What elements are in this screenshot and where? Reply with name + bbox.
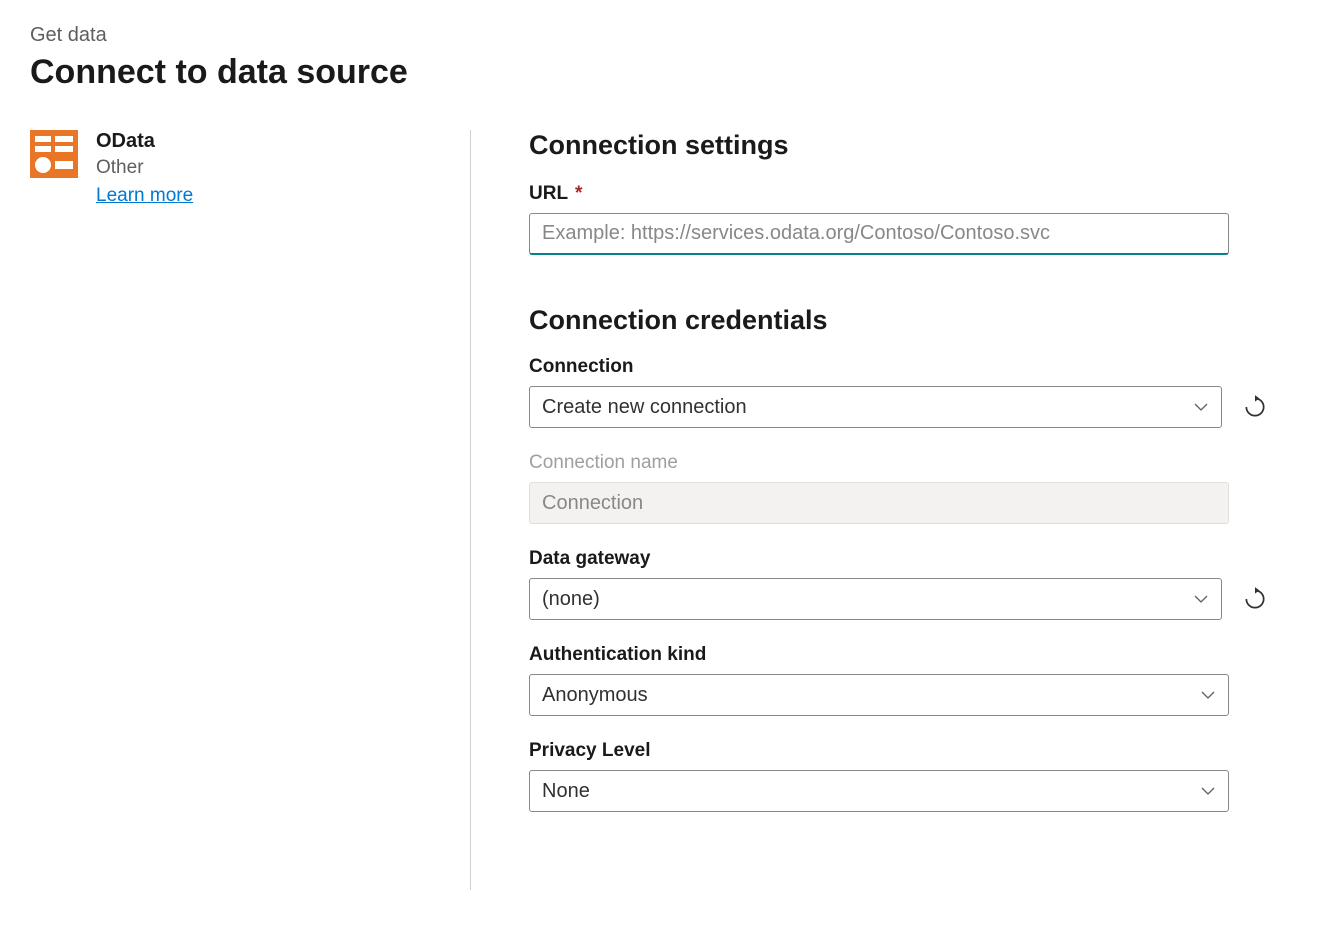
learn-more-link[interactable]: Learn more (96, 185, 193, 206)
connection-field-group: Connection Create new connection (529, 356, 1270, 428)
connection-refresh-button[interactable] (1240, 392, 1270, 422)
data-gateway-field-group: Data gateway (none) (529, 548, 1270, 620)
refresh-icon (1242, 586, 1268, 612)
url-label: URL * (529, 183, 1270, 205)
connection-settings-heading: Connection settings (529, 130, 1270, 161)
page-title: Connect to data source (30, 53, 1306, 92)
data-gateway-select[interactable]: (none) (529, 578, 1222, 620)
url-input[interactable] (529, 213, 1229, 255)
connector-panel: OData Other Learn more (30, 130, 470, 890)
privacy-level-label: Privacy Level (529, 740, 1270, 762)
connection-select[interactable]: Create new connection (529, 386, 1222, 428)
connector-name: OData (96, 130, 193, 153)
refresh-icon (1242, 394, 1268, 420)
connection-label: Connection (529, 356, 1270, 378)
auth-kind-select-value: Anonymous (542, 684, 648, 707)
connector-category: Other (96, 157, 193, 179)
required-asterisk: * (575, 183, 582, 204)
odata-connector-icon (30, 130, 78, 178)
connection-name-input (529, 482, 1229, 524)
chevron-down-icon (1200, 783, 1216, 799)
connection-name-field-group: Connection name (529, 452, 1270, 524)
settings-panel: Connection settings URL * Connection cre… (470, 130, 1290, 890)
chevron-down-icon (1193, 399, 1209, 415)
auth-kind-field-group: Authentication kind Anonymous (529, 644, 1270, 716)
auth-kind-select[interactable]: Anonymous (529, 674, 1229, 716)
data-gateway-label: Data gateway (529, 548, 1270, 570)
content-area: OData Other Learn more Connection settin… (30, 130, 1306, 890)
privacy-level-select[interactable]: None (529, 770, 1229, 812)
connector-meta: OData Other Learn more (96, 130, 193, 207)
url-label-text: URL (529, 183, 568, 204)
data-gateway-refresh-button[interactable] (1240, 584, 1270, 614)
breadcrumb: Get data (30, 24, 1306, 47)
connection-select-value: Create new connection (542, 396, 747, 419)
chevron-down-icon (1200, 687, 1216, 703)
connection-credentials-heading: Connection credentials (529, 305, 1270, 336)
connector-item: OData Other Learn more (30, 130, 440, 207)
data-gateway-select-value: (none) (542, 588, 600, 611)
connection-name-label: Connection name (529, 452, 1270, 474)
url-field-group: URL * (529, 183, 1270, 255)
privacy-level-select-value: None (542, 780, 590, 803)
chevron-down-icon (1193, 591, 1209, 607)
privacy-level-field-group: Privacy Level None (529, 740, 1270, 812)
auth-kind-label: Authentication kind (529, 644, 1270, 666)
